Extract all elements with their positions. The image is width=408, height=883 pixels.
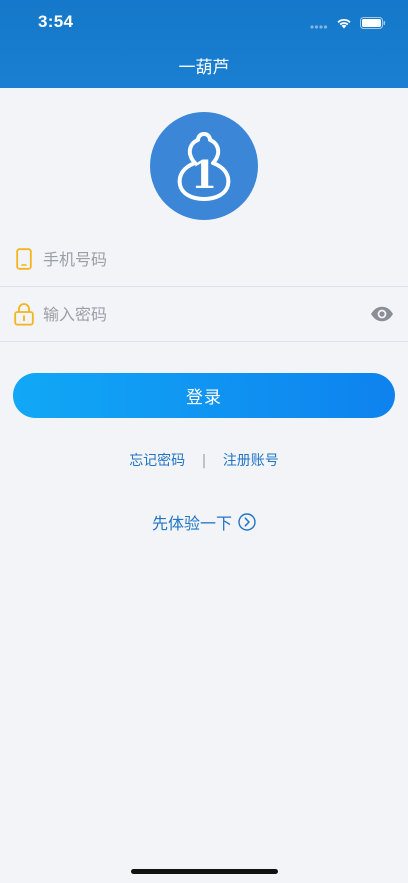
phone-input[interactable] (43, 232, 343, 286)
register-link[interactable]: 注册账号 (223, 453, 279, 469)
login-button[interactable]: 登录 (13, 373, 395, 418)
status-time: 3:54 (38, 12, 74, 31)
app-header: 3:54 一葫芦 (0, 0, 408, 88)
eye-icon[interactable] (370, 306, 394, 322)
try-it-label: 先体验一下 (151, 514, 232, 533)
links-separator: | (201, 453, 207, 469)
forgot-password-link[interactable]: 忘记密码 (129, 453, 185, 469)
home-indicator (131, 869, 278, 874)
try-it-link[interactable]: 先体验一下 (0, 510, 408, 534)
wifi-icon (336, 14, 352, 33)
lock-icon (14, 302, 34, 326)
auth-links: 忘记密码 | 注册账号 (0, 450, 408, 470)
gourd-logo-icon: 1 (177, 132, 231, 201)
logo-numeral: 1 (191, 152, 217, 197)
status-icons (310, 14, 386, 33)
page-title: 一葫芦 (178, 58, 230, 78)
chevron-right-circle-icon (238, 513, 256, 531)
password-input[interactable] (43, 287, 343, 341)
battery-icon (360, 14, 386, 33)
signal-icon (310, 14, 328, 33)
phone-icon (14, 247, 34, 271)
status-bar: 3:54 (0, 0, 408, 44)
phone-field (0, 232, 408, 287)
app-logo: 1 (150, 112, 258, 220)
password-field (0, 287, 408, 342)
